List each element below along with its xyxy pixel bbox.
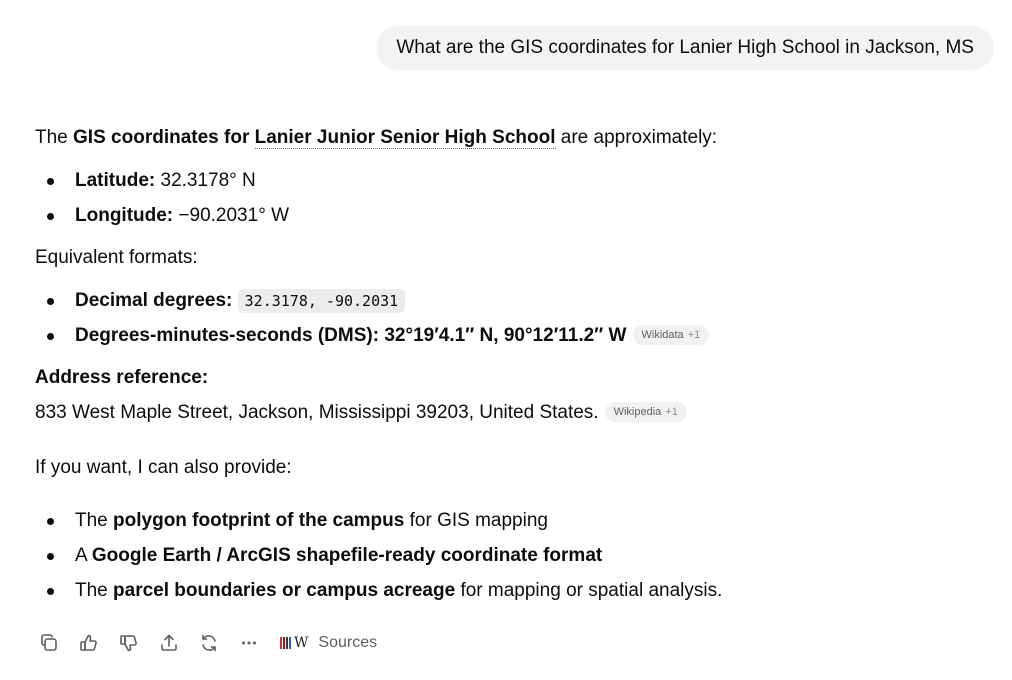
- citation-chip-wikidata[interactable]: Wikidata +1: [632, 325, 710, 345]
- logo-bar: [289, 637, 291, 649]
- logo-bar: [283, 637, 285, 649]
- list-item: Longitude: −90.2031° W: [35, 198, 995, 233]
- intro-suffix: are approximately:: [555, 127, 718, 148]
- list-item: Decimal degrees: 32.3178, -90.2031: [35, 283, 995, 318]
- address-text: 833 West Maple Street, Jackson, Mississi…: [35, 402, 599, 423]
- address-text-row: 833 West Maple Street, Jackson, Mississi…: [35, 398, 995, 428]
- citation-chip-wikipedia[interactable]: Wikipedia +1: [604, 402, 687, 422]
- message-actions-toolbar: W Sources: [36, 630, 377, 656]
- offer-pre: The: [75, 510, 114, 531]
- sources-label: Sources: [318, 634, 378, 651]
- longitude-value: −90.2031° W: [173, 205, 290, 226]
- thumbs-up-button[interactable]: [76, 630, 102, 656]
- thumbs-up-icon: [80, 634, 97, 651]
- longitude-label: Longitude:: [75, 205, 174, 226]
- chip-label: Wikidata: [641, 329, 684, 341]
- list-item: The parcel boundaries or campus acreage …: [35, 573, 995, 608]
- thumbs-down-button[interactable]: [116, 630, 142, 656]
- offer-pre: The: [75, 580, 114, 601]
- intro-prefix: The: [35, 127, 74, 148]
- offer-bold: polygon footprint of the campus: [113, 510, 405, 531]
- more-icon: [242, 641, 256, 645]
- wikipedia-icon: W: [294, 635, 309, 651]
- chip-count: +1: [687, 329, 701, 341]
- offer-pre: A: [75, 545, 92, 566]
- offer-bold: parcel boundaries or campus acreage: [113, 580, 456, 601]
- chip-count: +1: [665, 406, 678, 418]
- list-item: A Google Earth / ArcGIS shapefile-ready …: [35, 538, 995, 573]
- regenerate-icon: [202, 634, 216, 652]
- thumbs-down-icon: [120, 635, 137, 652]
- decimal-label: Decimal degrees:: [75, 290, 233, 311]
- formats-list: Decimal degrees: 32.3178, -90.2031 Degre…: [35, 283, 995, 353]
- offer-intro: If you want, I can also provide:: [35, 457, 292, 478]
- coords-list: Latitude: 32.3178° N Longitude: −90.2031…: [35, 163, 995, 233]
- logo-bar: [286, 637, 288, 649]
- copy-icon: [41, 634, 57, 651]
- sources-button[interactable]: W Sources: [280, 634, 377, 652]
- share-button[interactable]: [156, 630, 182, 656]
- list-item: Latitude: 32.3178° N: [35, 163, 995, 198]
- more-button[interactable]: [236, 630, 262, 656]
- latitude-value: 32.3178° N: [155, 170, 256, 191]
- share-icon: [161, 634, 177, 651]
- latitude-label: Latitude:: [75, 170, 156, 191]
- list-item: The polygon footprint of the campus for …: [35, 503, 995, 538]
- list-item: Degrees-minutes-seconds (DMS): 32°19′4.1…: [35, 318, 995, 353]
- dms-label: Degrees-minutes-seconds (DMS): 32°19′4.1…: [75, 325, 627, 346]
- equivalent-heading: Equivalent formats:: [35, 247, 198, 268]
- offers-list: The polygon footprint of the campus for …: [35, 503, 995, 608]
- copy-button[interactable]: [36, 630, 62, 656]
- school-link[interactable]: Lanier Junior Senior High School: [254, 127, 556, 149]
- regenerate-button[interactable]: [196, 630, 222, 656]
- offer-post: for mapping or spatial analysis.: [455, 580, 723, 601]
- answer-intro: The GIS coordinates for Lanier Junior Se…: [35, 123, 995, 153]
- chip-label: Wikipedia: [613, 406, 662, 418]
- assistant-answer: The GIS coordinates for Lanier Junior Se…: [35, 123, 995, 608]
- sources-logo-icon: W: [280, 635, 308, 651]
- decimal-code: 32.3178, -90.2031: [237, 289, 406, 313]
- intro-bold: GIS coordinates for: [73, 127, 255, 148]
- offer-post: for GIS mapping: [404, 510, 548, 531]
- user-message-bubble: What are the GIS coordinates for Lanier …: [376, 26, 994, 70]
- offer-bold: Google Earth / ArcGIS shapefile-ready co…: [91, 545, 603, 566]
- logo-bar: [280, 637, 282, 649]
- address-heading: Address reference:: [35, 367, 209, 388]
